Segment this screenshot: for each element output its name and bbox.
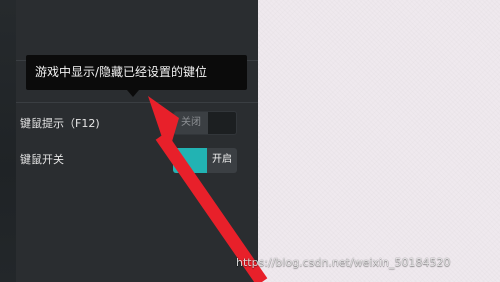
tooltip: 游戏中显示/隐藏已经设置的键位 xyxy=(26,55,247,97)
key-hint-label: 键鼠提示（F12) xyxy=(20,117,100,130)
key-hint-toggle[interactable]: 关闭 xyxy=(173,111,237,135)
toggle-off-label: 关闭 xyxy=(181,117,201,128)
key-switch-toggle[interactable]: 开启 xyxy=(173,148,237,173)
tooltip-caret xyxy=(127,90,139,97)
left-dark-strip xyxy=(0,0,16,282)
screenshot-stage: 键鼠提示（F12) 关闭 键鼠开关 开启 游戏中显示/隐藏已经设置的键位 htt… xyxy=(0,0,500,282)
key-switch-label: 键鼠开关 xyxy=(20,153,64,166)
toggle-on-fill xyxy=(173,148,207,173)
settings-panel: 键鼠提示（F12) 关闭 键鼠开关 开启 xyxy=(16,0,258,282)
watermark-text: https://blog.csdn.net/weixin_50184520 xyxy=(236,256,451,269)
toggle-on-label: 开启 xyxy=(212,154,232,165)
tooltip-text: 游戏中显示/隐藏已经设置的键位 xyxy=(35,65,208,79)
panel-separator-row xyxy=(16,102,258,103)
